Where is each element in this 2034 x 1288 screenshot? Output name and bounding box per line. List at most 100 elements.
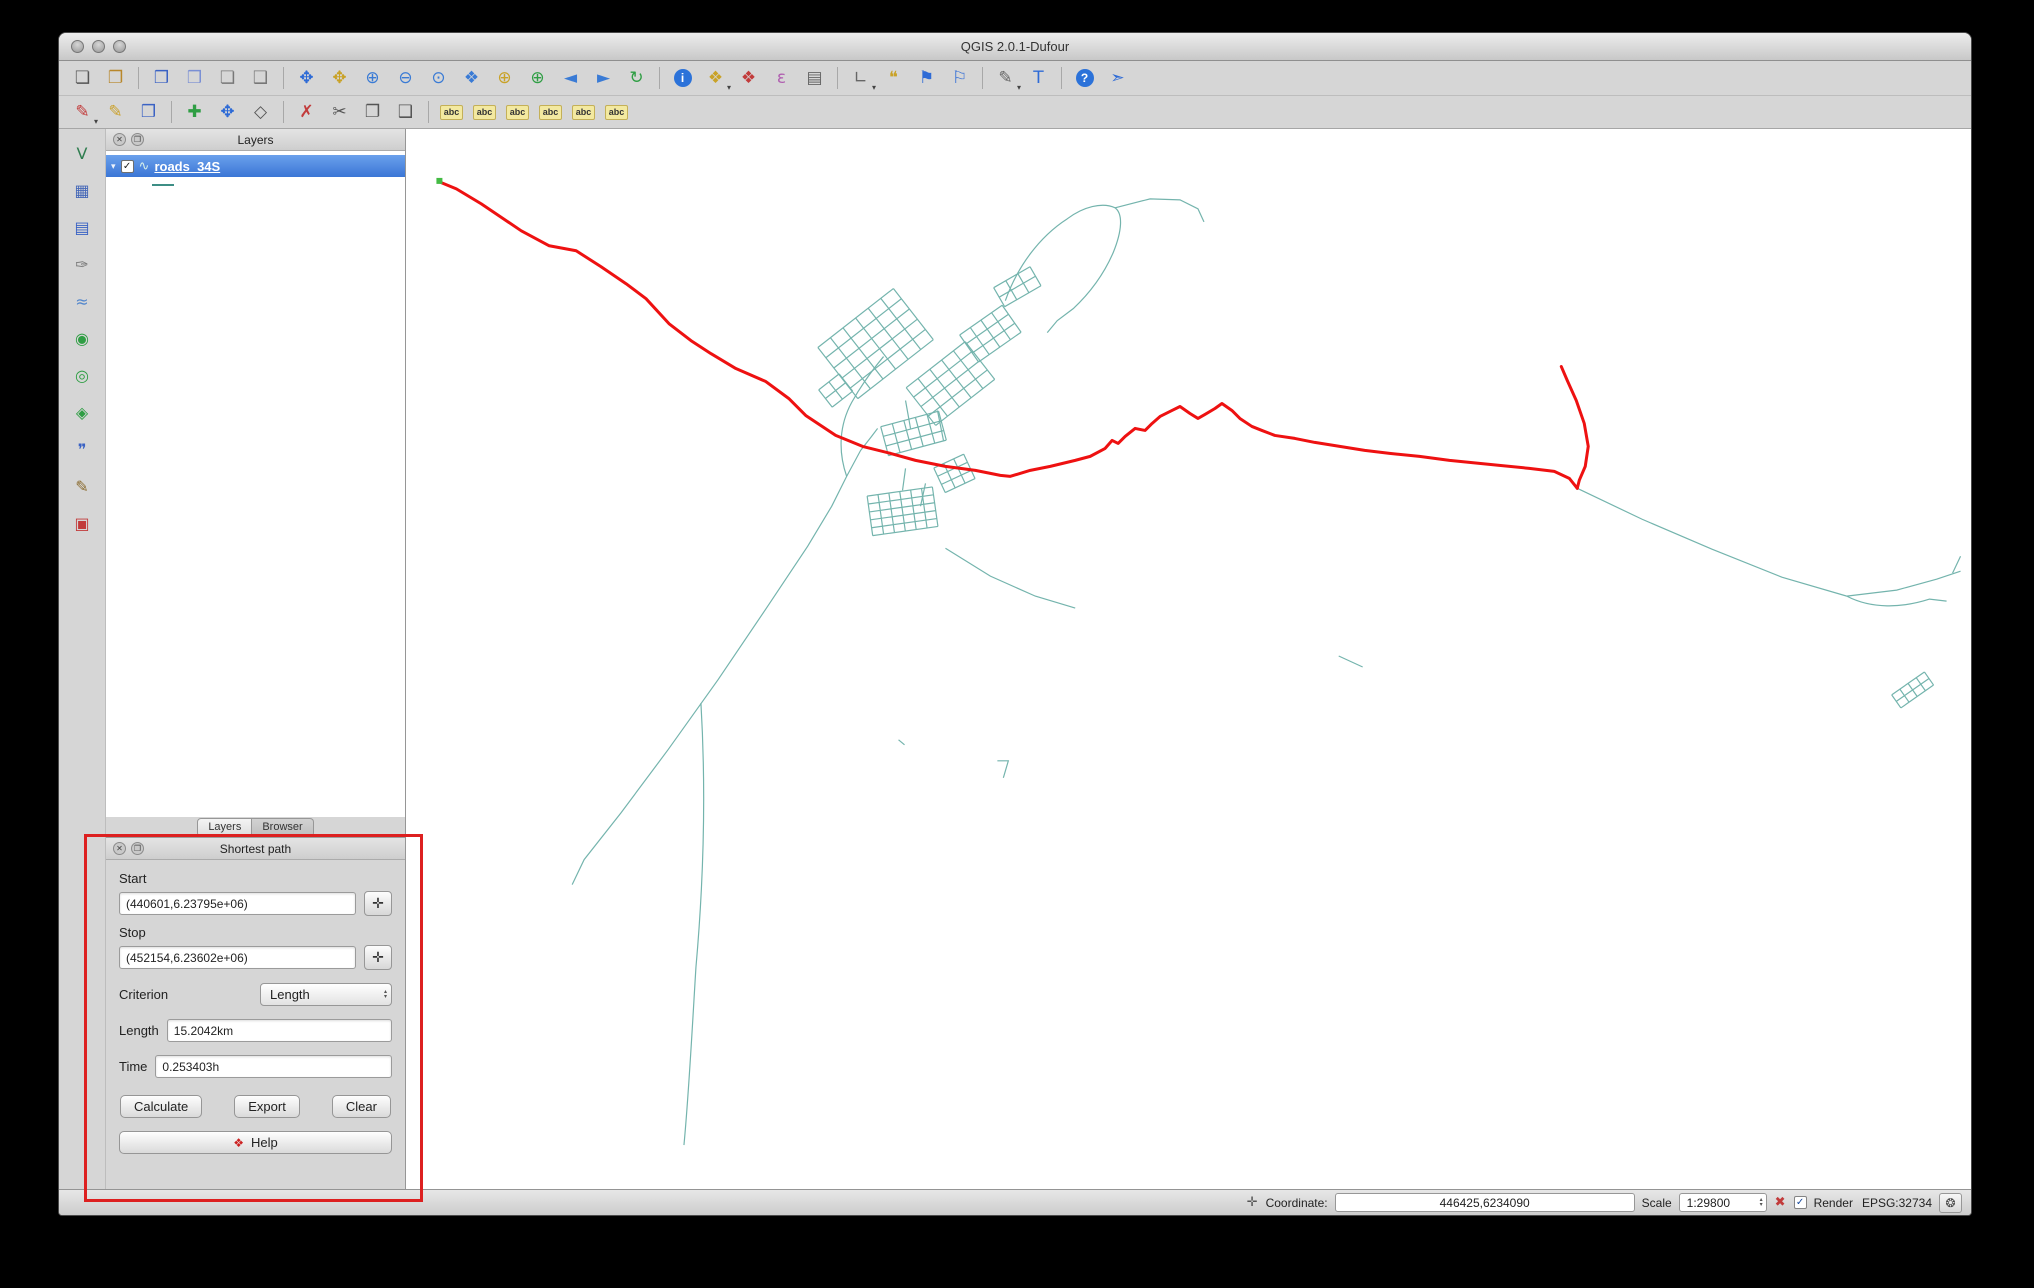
map-canvas[interactable] (406, 129, 1971, 1189)
layer-checkbox[interactable]: ✓ (120, 159, 134, 173)
time-label: Time (119, 1059, 148, 1074)
panel-close-button[interactable]: ✕ (113, 842, 126, 855)
label-properties-button[interactable]: abc (601, 98, 632, 126)
render-checkbox[interactable]: ✓ (1793, 1196, 1807, 1209)
route-main (437, 180, 1579, 490)
pan-map-button[interactable]: ✥ (291, 64, 322, 92)
crs-status-button[interactable]: ❂ (1939, 1192, 1962, 1213)
copy-features-button[interactable]: ❐ (357, 98, 388, 126)
annotation-button[interactable]: ✎ ▾ (990, 64, 1021, 92)
length-result-field[interactable] (166, 1019, 392, 1042)
add-wcs-layer-button[interactable]: ◎ (66, 361, 98, 391)
help-button-label: Help (251, 1135, 278, 1150)
zoom-to-layer-button[interactable]: ⊕ (522, 64, 553, 92)
start-input[interactable] (119, 892, 356, 915)
move-feature-button[interactable]: ✥ (212, 98, 243, 126)
new-bookmark-button[interactable]: ⚑ (911, 64, 942, 92)
select-features-button[interactable]: ❖ ▾ (700, 64, 731, 92)
save-project-button[interactable]: ❒ (146, 64, 177, 92)
current-edits-button[interactable]: ✎ ▾ (67, 98, 98, 126)
new-project-button[interactable]: ❏ (67, 64, 98, 92)
scale-combo[interactable]: 1:29800 ▴ ▾ (1678, 1193, 1767, 1212)
node-tool-button[interactable]: ◇ (245, 98, 276, 126)
zoom-last-button[interactable]: ◄ (555, 64, 586, 92)
layer-name: roads_34S (154, 158, 221, 174)
open-attribute-table-button[interactable]: ▤ (799, 64, 830, 92)
zoom-next-button[interactable]: ► (588, 64, 619, 92)
map-tips-button[interactable]: ❝ (878, 64, 909, 92)
paste-features-button[interactable]: ❑ (390, 98, 421, 126)
add-vector-layer-button[interactable]: V (66, 139, 98, 169)
add-delimited-text-layer-button[interactable]: ❞ (66, 435, 98, 465)
add-wcs-layer-icon: ◎ (75, 366, 89, 385)
layer-item-roads-34s[interactable]: ▾ ✓ ∿ roads_34S (106, 155, 405, 177)
mouse-position-icon[interactable]: ✛ (1246, 1195, 1259, 1210)
label-move-button[interactable]: abc (469, 98, 500, 126)
start-capture-point-button[interactable]: ✛ (364, 891, 392, 916)
road-south-branch (683, 702, 705, 1146)
remove-layer-button[interactable]: ▣ (66, 509, 98, 539)
criterion-select[interactable]: Length ▴ ▾ (260, 983, 392, 1006)
toggle-editing-button[interactable]: ✎ (100, 98, 131, 126)
calculate-button[interactable]: Calculate (120, 1095, 203, 1118)
delete-selected-button[interactable]: ✗ (291, 98, 322, 126)
time-result-field[interactable] (155, 1055, 392, 1078)
tab-browser[interactable]: Browser (252, 817, 314, 837)
add-wfs-layer-button[interactable]: ◈ (66, 398, 98, 428)
save-project-as-button[interactable]: ❒ (179, 64, 210, 92)
coordinate-input[interactable] (1334, 1193, 1635, 1212)
zoom-full-extent-button[interactable]: ❖ (456, 64, 487, 92)
help-contents-button[interactable]: ? (1069, 64, 1100, 92)
measure-button[interactable]: ∟ ▾ (845, 64, 876, 92)
label-rotate-button[interactable]: abc (502, 98, 533, 126)
add-raster-layer-button[interactable]: ▦ (66, 176, 98, 206)
pan-to-selection-button[interactable]: ✥ (324, 64, 355, 92)
label-show-hide-button[interactable]: abc (568, 98, 599, 126)
toolbar-separator (837, 67, 838, 89)
window-close-button[interactable] (71, 40, 84, 53)
select-by-expression-button[interactable]: ε (766, 64, 797, 92)
refresh-map-button[interactable]: ↻ (621, 64, 652, 92)
new-shapefile-layer-button[interactable]: ✎ (66, 472, 98, 502)
add-wms-layer-button[interactable]: ◉ (66, 324, 98, 354)
add-mssql-layer-button[interactable]: ≈ (66, 287, 98, 317)
cut-features-button[interactable]: ✂ (324, 98, 355, 126)
export-button[interactable]: Export (234, 1095, 300, 1118)
stop-input[interactable] (119, 946, 356, 969)
zoom-actual-size-button[interactable]: ⊙ (423, 64, 454, 92)
new-shapefile-layer-icon: ✎ (75, 477, 89, 496)
panel-close-button[interactable]: ✕ (113, 133, 126, 146)
route-start-marker (436, 177, 443, 184)
new-project-icon: ❏ (74, 67, 91, 88)
window-minimize-button[interactable] (92, 40, 105, 53)
panel-detach-button[interactable]: ❐ (131, 133, 144, 146)
labeling-options-button[interactable]: abc (436, 98, 467, 126)
show-bookmarks-button[interactable]: ⚐ (944, 64, 975, 92)
whats-this-button[interactable]: ➣ (1102, 64, 1133, 92)
text-annotation-button[interactable]: T (1023, 64, 1054, 92)
new-print-composer-button[interactable]: ❏ (212, 64, 243, 92)
save-layer-edits-button[interactable]: ❒ (133, 98, 164, 126)
deselect-features-button[interactable]: ❖ (733, 64, 764, 92)
add-spatialite-layer-button[interactable]: ✑ (66, 250, 98, 280)
add-postgis-layer-button[interactable]: ▤ (66, 213, 98, 243)
add-feature-button[interactable]: ✚ (179, 98, 210, 126)
stop-capture-point-button[interactable]: ✛ (364, 945, 392, 970)
zoom-out-button[interactable]: ⊖ (390, 64, 421, 92)
clear-button[interactable]: Clear (331, 1095, 391, 1118)
window-zoom-button[interactable] (113, 40, 126, 53)
layer-expand-arrow[interactable]: ▾ (111, 161, 116, 172)
composer-manager-button[interactable]: ❑ (245, 64, 276, 92)
help-button[interactable]: ❖ Help (119, 1131, 392, 1154)
zoom-to-selection-button[interactable]: ⊕ (489, 64, 520, 92)
map-tips-icon: ❝ (888, 67, 899, 88)
zoom-in-button[interactable]: ⊕ (357, 64, 388, 92)
identify-features-button[interactable]: i (667, 64, 698, 92)
panel-detach-button[interactable]: ❐ (131, 842, 144, 855)
label-pin-button[interactable]: abc (535, 98, 566, 126)
road-southeast-link (945, 547, 1076, 609)
shortest-path-panel: ✕ ❐ Shortest path Start ✛ Stop (106, 837, 405, 1189)
stop-render-icon[interactable]: ✖ (1774, 1195, 1787, 1210)
open-project-button[interactable]: ❐ (100, 64, 131, 92)
tab-layers[interactable]: Layers (197, 817, 253, 837)
